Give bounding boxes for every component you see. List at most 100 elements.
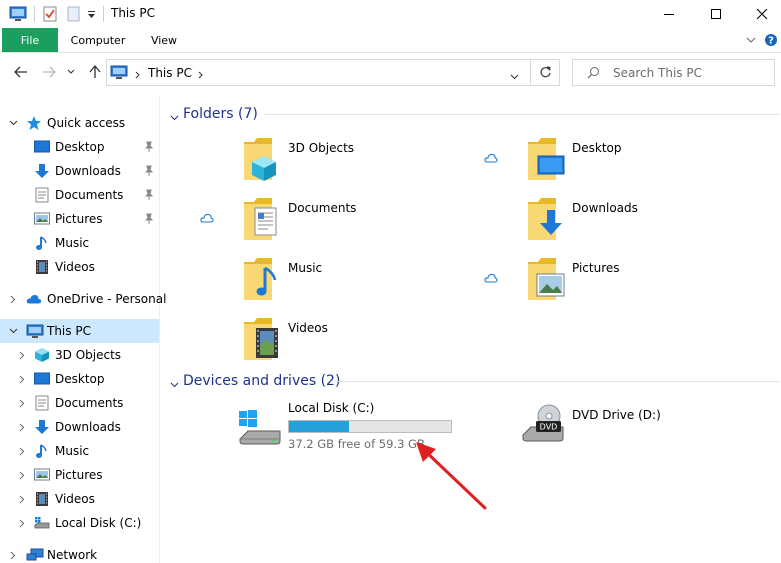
sidebar-item-pictures[interactable]: Pictures — [0, 207, 159, 231]
chevron-right-icon[interactable] — [8, 550, 18, 560]
pin-icon[interactable] — [144, 189, 154, 201]
address-dropdown-icon[interactable] — [510, 69, 519, 83]
sidebar-item-desktop[interactable]: Desktop — [0, 135, 159, 159]
search-box[interactable]: Search This PC — [572, 59, 775, 86]
pin-icon[interactable] — [144, 165, 154, 177]
title-separator — [34, 6, 35, 22]
up-button[interactable] — [84, 61, 106, 83]
folder-downloads[interactable]: Downloads — [526, 196, 766, 250]
dvd-badge: DVD — [540, 423, 558, 432]
tab-file[interactable]: File — [2, 28, 58, 53]
breadcrumb[interactable]: This PC — [148, 66, 192, 80]
help-icon[interactable]: ? — [764, 33, 778, 47]
chevron-right-icon[interactable] — [17, 398, 27, 408]
forward-button[interactable] — [38, 61, 60, 83]
drive-free-space: 37.2 GB free of 59.3 GB — [288, 437, 425, 451]
chevron-down-icon[interactable] — [170, 110, 179, 124]
folder-music[interactable]: Music — [242, 256, 482, 310]
folder-label: Desktop — [572, 141, 622, 155]
chevron-right-icon[interactable] — [17, 446, 27, 456]
tab-computer[interactable]: Computer — [60, 28, 136, 53]
drives-section-header[interactable]: Devices and drives (2) — [166, 371, 781, 391]
chevron-right-icon[interactable] — [17, 422, 27, 432]
section-title: Devices and drives (2) — [183, 373, 341, 389]
sidebar-item-downloads[interactable]: Downloads — [0, 159, 159, 183]
folder-label: 3D Objects — [288, 141, 355, 155]
sidebar-item-videos[interactable]: Videos — [0, 487, 159, 511]
folders-section-header[interactable]: Folders (7) — [166, 104, 781, 124]
pin-icon[interactable] — [144, 141, 154, 153]
close-button[interactable] — [739, 0, 781, 28]
folder-music-icon — [242, 256, 282, 306]
maximize-button[interactable] — [693, 0, 739, 28]
tab-view[interactable]: View — [140, 28, 188, 53]
sidebar-item-3d-objects[interactable]: 3D Objects — [0, 343, 159, 367]
folder-3d-objects[interactable]: 3D Objects — [242, 136, 482, 190]
folder-label: Pictures — [572, 261, 620, 275]
sidebar-item-label: Network — [47, 548, 98, 562]
chevron-down-icon[interactable] — [8, 118, 18, 128]
folder-3d-objects-icon — [242, 136, 282, 186]
address-bar[interactable]: This PC — [106, 59, 531, 86]
sidebar-item-label: Videos — [55, 492, 95, 506]
folder-documents-icon — [242, 196, 282, 246]
folder-downloads-icon — [526, 196, 566, 246]
search-input[interactable]: Search This PC — [613, 66, 702, 80]
properties-icon[interactable] — [40, 4, 60, 24]
chevron-right-icon[interactable] — [17, 518, 27, 528]
folder-pictures[interactable]: Pictures — [526, 256, 766, 310]
customize-toolbar-chevron-icon[interactable] — [84, 4, 98, 24]
videos-icon — [34, 491, 50, 507]
folder-videos[interactable]: Videos — [242, 316, 482, 370]
sidebar-item-videos[interactable]: Videos — [0, 255, 159, 279]
window-title: This PC — [111, 6, 155, 20]
sidebar-item-network[interactable]: Network — [0, 543, 159, 563]
sidebar-item-local-disk[interactable]: Local Disk (C:) — [0, 511, 159, 535]
sidebar-item-onedrive[interactable]: OneDrive - Personal — [0, 287, 166, 311]
windows-drive-icon — [238, 409, 282, 450]
svg-text:?: ? — [768, 36, 774, 47]
pin-icon[interactable] — [144, 213, 154, 225]
breadcrumb-chevron-icon[interactable] — [135, 68, 140, 82]
sidebar-item-quick-access[interactable]: Quick access — [0, 111, 159, 135]
chevron-down-icon[interactable] — [8, 326, 18, 336]
sidebar-item-label: Videos — [55, 260, 95, 274]
sidebar-item-label: Documents — [55, 188, 124, 202]
cloud-sync-icon — [484, 272, 498, 283]
folder-desktop[interactable]: Desktop — [526, 136, 766, 190]
sidebar-item-label: Music — [55, 236, 90, 250]
chevron-right-icon[interactable] — [17, 470, 27, 480]
breadcrumb-chevron-icon[interactable] — [198, 68, 203, 82]
cloud-sync-icon — [484, 152, 498, 163]
sidebar-item-label: Desktop — [55, 140, 105, 154]
network-icon — [26, 547, 44, 563]
title-separator — [103, 6, 104, 22]
sidebar-item-pictures[interactable]: Pictures — [0, 463, 159, 487]
videos-icon — [34, 259, 50, 275]
chevron-right-icon[interactable] — [17, 350, 27, 360]
sidebar-item-this-pc[interactable]: This PC — [0, 319, 159, 343]
expand-ribbon-icon[interactable] — [745, 34, 757, 46]
recent-locations-chevron-icon[interactable] — [63, 61, 79, 83]
computer-icon[interactable] — [8, 4, 28, 24]
downloads-icon — [34, 419, 50, 435]
sidebar-item-music[interactable]: Music — [0, 439, 159, 463]
back-button[interactable] — [10, 61, 32, 83]
sidebar-item-desktop[interactable]: Desktop — [0, 367, 159, 391]
sidebar-item-music[interactable]: Music — [0, 231, 159, 255]
folder-documents[interactable]: Documents — [242, 196, 482, 250]
chevron-down-icon[interactable] — [170, 377, 179, 391]
sidebar-divider[interactable] — [159, 96, 160, 563]
minimize-button[interactable] — [646, 0, 692, 28]
chevron-right-icon[interactable] — [17, 374, 27, 384]
sidebar-item-documents[interactable]: Documents — [0, 391, 159, 415]
sidebar-item-downloads[interactable]: Downloads — [0, 415, 159, 439]
chevron-right-icon[interactable] — [17, 494, 27, 504]
downloads-icon — [34, 163, 50, 179]
drive-dvd[interactable]: DVD DVD Drive (D:) — [520, 401, 680, 453]
sidebar-item-documents[interactable]: Documents — [0, 183, 159, 207]
refresh-button[interactable] — [531, 59, 560, 86]
chevron-right-icon[interactable] — [8, 294, 18, 304]
new-folder-icon[interactable] — [64, 4, 82, 24]
ribbon-divider — [0, 52, 781, 53]
